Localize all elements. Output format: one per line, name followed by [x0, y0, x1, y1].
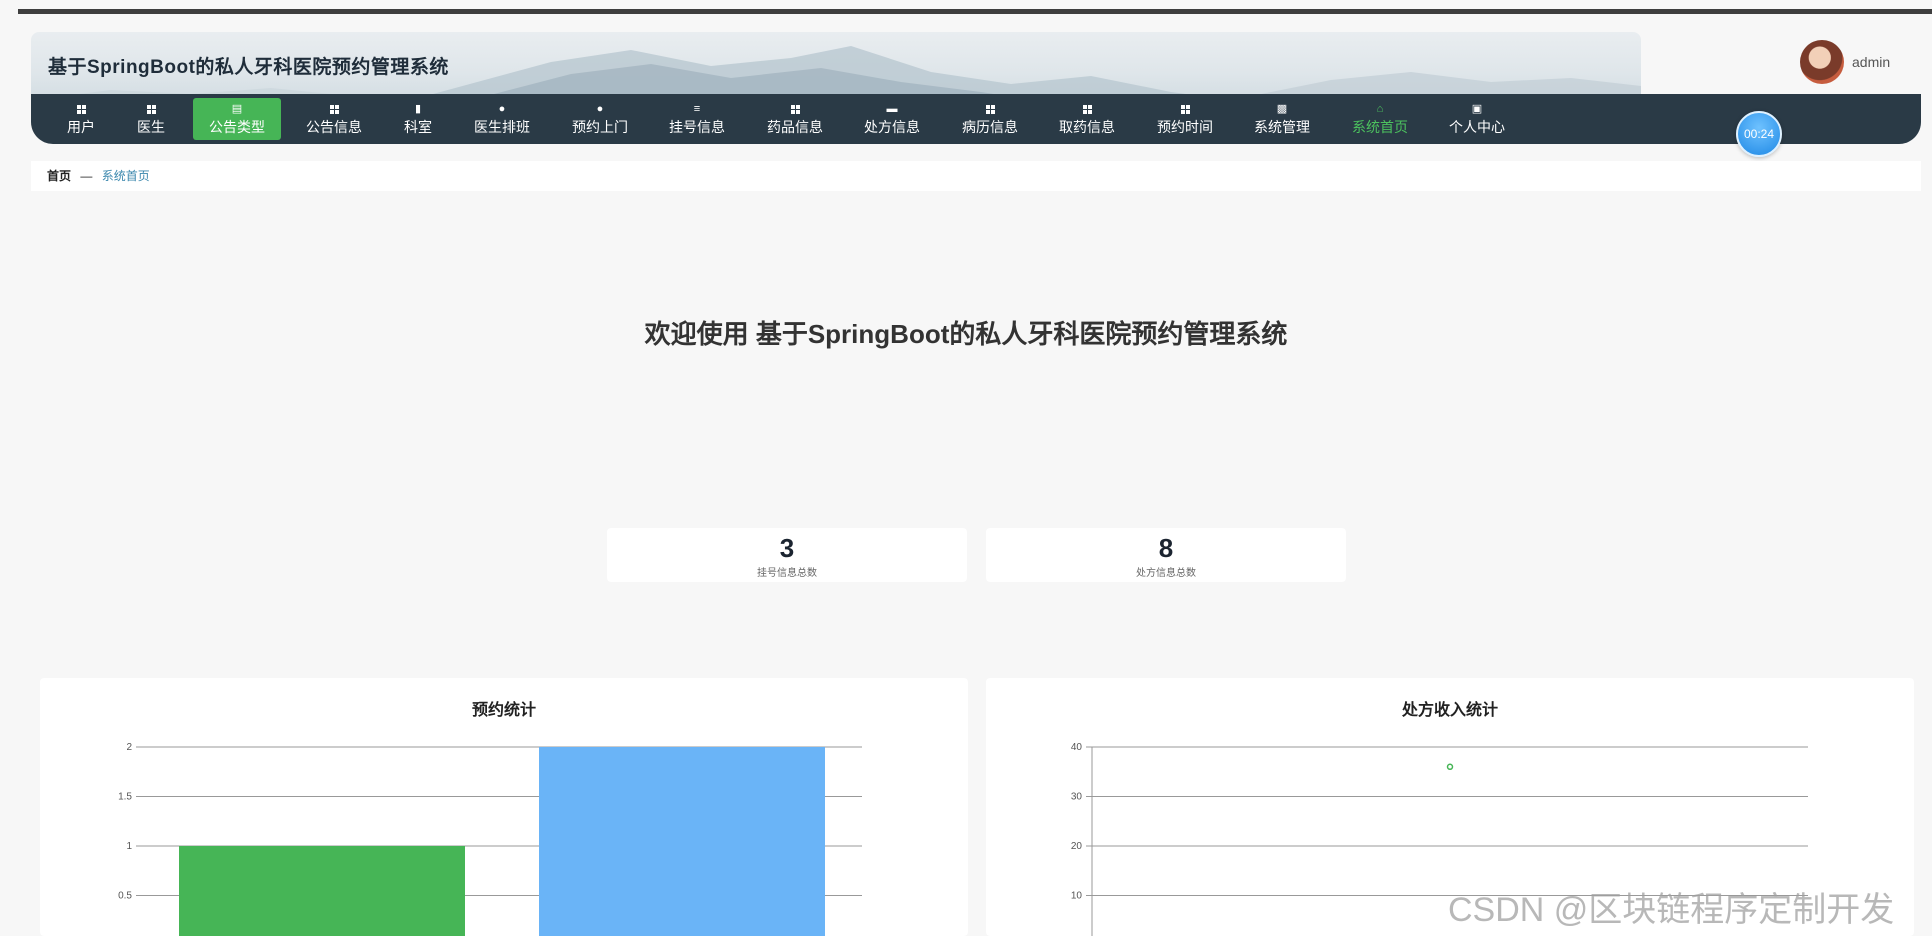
nav-item-公告信息[interactable]: 公告信息	[290, 98, 378, 140]
nav-item-挂号信息[interactable]: ≡ 挂号信息	[653, 98, 741, 140]
nav-item-系统管理[interactable]: ▩ 系统管理	[1238, 98, 1326, 140]
home-icon: ⌂	[1376, 103, 1384, 115]
grid-icon	[290, 100, 378, 118]
clipboard-icon: ▤	[231, 103, 243, 115]
nav-item-预约时间[interactable]: 预约时间	[1141, 98, 1229, 140]
y-tick-label: 20	[1071, 841, 1083, 852]
nav-label: 药品信息	[767, 119, 823, 135]
grid-icon	[1141, 100, 1229, 118]
nav-label: 处方信息	[864, 119, 920, 135]
grid-icon	[946, 100, 1034, 118]
nav-label: 个人中心	[1449, 119, 1505, 135]
nav-label: 医生	[137, 119, 165, 135]
user-icon: ●	[596, 103, 604, 115]
nav-item-处方信息[interactable]: ▬ 处方信息	[848, 98, 936, 140]
nav-label: 预约时间	[1157, 119, 1213, 135]
breadcrumb-separator: —	[80, 169, 93, 183]
nav-label: 挂号信息	[669, 119, 725, 135]
stat-label: 挂号信息总数	[757, 568, 817, 579]
nav-label: 公告类型	[209, 119, 265, 135]
nav-item-医生[interactable]: 医生	[107, 98, 195, 140]
timer-badge[interactable]: 00:24	[1736, 111, 1782, 157]
chat-icon: ▮	[414, 103, 422, 115]
breadcrumb-home[interactable]: 首页	[47, 169, 71, 183]
window-icon: ▣	[1471, 103, 1483, 115]
nav-item-预约上门[interactable]: ● 预约上门	[556, 98, 644, 140]
y-tick-label: 1	[126, 841, 132, 852]
stat-card-registrations: 3 挂号信息总数	[607, 528, 967, 582]
stat-card-prescriptions: 8 处方信息总数	[986, 528, 1346, 582]
y-tick-label: 0.5	[118, 891, 132, 902]
nav-label: 取药信息	[1059, 119, 1115, 135]
nav-item-个人中心[interactable]: ▣ 个人中心	[1433, 98, 1521, 140]
briefcase-icon: ▬	[886, 103, 898, 115]
user-menu[interactable]: admin	[1800, 40, 1890, 84]
welcome-title: 欢迎使用 基于SpringBoot的私人牙科医院预约管理系统	[644, 319, 1288, 349]
y-tick-label: 40	[1071, 742, 1083, 753]
y-tick-label: 1.5	[118, 792, 132, 803]
nav-item-取药信息[interactable]: 取药信息	[1043, 98, 1131, 140]
list-icon: ≡	[693, 103, 701, 115]
scatter-point[interactable]	[1446, 763, 1454, 771]
nav-label: 医生排班	[474, 119, 530, 135]
watermark: CSDN @区块链程序定制开发	[1448, 891, 1895, 929]
nav-label: 病历信息	[962, 119, 1018, 135]
user-name[interactable]: admin	[1852, 54, 1890, 70]
site-title: 基于SpringBoot的私人牙科医院预约管理系统	[48, 57, 449, 78]
nav-label: 科室	[404, 119, 432, 135]
bar-chart-icon: ▩	[1276, 103, 1288, 115]
chart-panel-appointments: 预约统计 2 1.5 1 0.5	[40, 678, 968, 936]
stat-value: 3	[779, 533, 795, 563]
top-border	[18, 9, 1932, 14]
nav-label: 系统管理	[1254, 119, 1310, 135]
appointment-bar-chart: 2 1.5 1 0.5	[118, 742, 862, 936]
y-tick-label: 10	[1071, 891, 1083, 902]
nav-label: 系统首页	[1352, 119, 1408, 135]
nav-item-病历信息[interactable]: 病历信息	[946, 98, 1034, 140]
breadcrumb-current: 系统首页	[101, 169, 150, 183]
y-tick-label: 30	[1071, 792, 1083, 803]
nav-item-医生排班[interactable]: ● 医生排班	[458, 98, 546, 140]
stat-value: 8	[1158, 533, 1174, 563]
breadcrumb: 首页 — 系统首页	[31, 161, 1921, 191]
nav-item-药品信息[interactable]: 药品信息	[751, 98, 839, 140]
stat-label: 处方信息总数	[1136, 568, 1196, 579]
nav-label: 公告信息	[306, 119, 362, 135]
grid-icon	[1043, 100, 1131, 118]
nav-item-科室[interactable]: ▮ 科室	[374, 98, 462, 140]
y-tick-label: 2	[126, 742, 132, 753]
bar[interactable]	[179, 846, 465, 936]
nav-item-系统首页[interactable]: ⌂ 系统首页	[1336, 98, 1424, 140]
bar[interactable]	[539, 747, 825, 936]
grid-icon	[107, 100, 195, 118]
main-nav: 用户 医生 ▤ 公告类型 公告信息 ▮ 科室 ● 医生排班 ● 预约上门 ≡ 挂…	[31, 94, 1921, 144]
nav-item-公告类型[interactable]: ▤ 公告类型	[193, 98, 281, 140]
nav-label: 预约上门	[572, 119, 628, 135]
grid-icon	[751, 100, 839, 118]
user-badge-icon: ●	[498, 103, 506, 115]
avatar[interactable]	[1800, 40, 1844, 84]
